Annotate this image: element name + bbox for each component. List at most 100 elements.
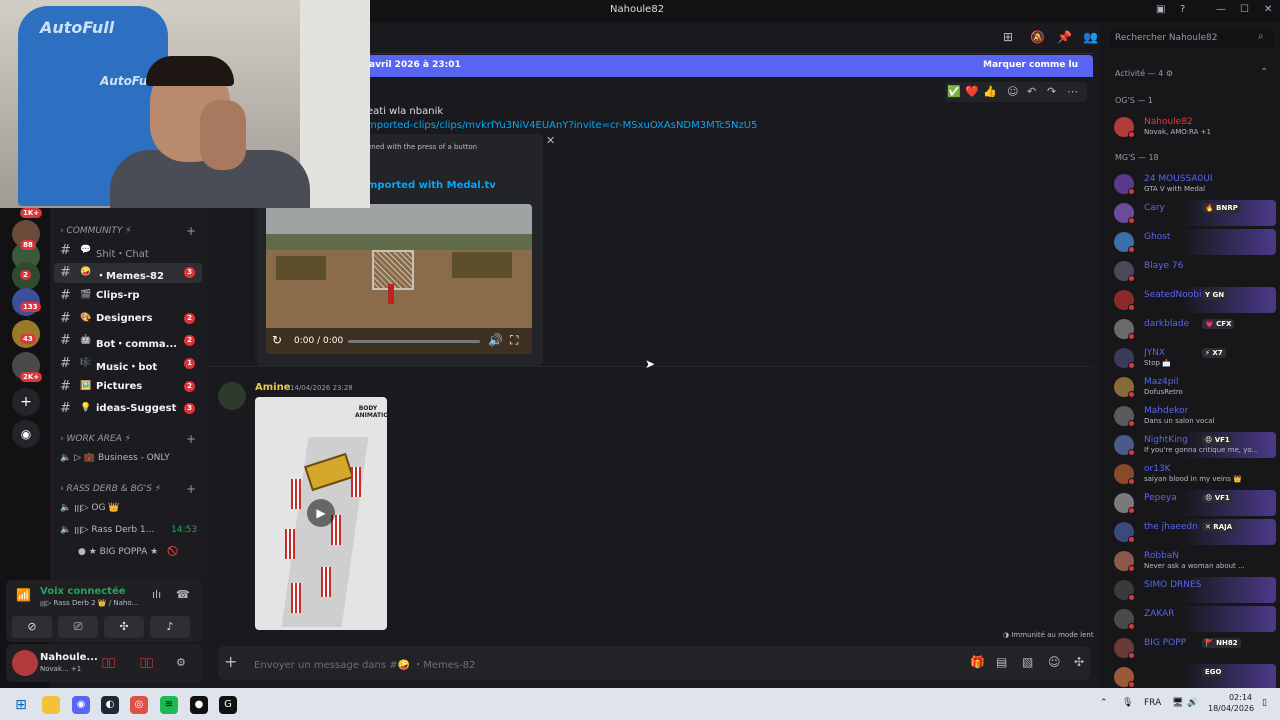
threads-icon[interactable]: ⊞ xyxy=(1003,30,1013,44)
category-work-area[interactable]: › WORK AREA ⚡ + xyxy=(60,432,196,446)
search-input[interactable]: Rechercher Nahoule82 ⌕ xyxy=(1110,28,1274,48)
channel-item[interactable]: # 💡 ideas-Suggest 3 xyxy=(54,399,202,419)
member-row[interactable]: or13K saiyan blood in my veins 👑 xyxy=(1104,461,1276,487)
add-server-icon[interactable]: + xyxy=(12,388,40,416)
app-icon[interactable]: ● xyxy=(190,696,208,714)
voice-channel[interactable]: 🔈 ▷ 💼 Business - ONLY xyxy=(60,453,170,463)
notifications-muted-icon[interactable]: 🔕 xyxy=(1030,30,1045,44)
member-row[interactable]: JYNX Stop 📩 ⚡ X7 xyxy=(1104,345,1276,371)
more-options-icon[interactable]: ⋯ xyxy=(1067,85,1078,98)
members-icon[interactable]: 👥 xyxy=(1083,30,1098,44)
network-icon[interactable]: 🖥 xyxy=(1172,698,1183,708)
attach-plus-icon[interactable]: + xyxy=(224,652,237,671)
channel-item[interactable]: # 🎨 Designers 2 xyxy=(54,309,202,329)
member-row[interactable]: BIG POPP 🚩 NH82 xyxy=(1104,635,1276,661)
gif-icon[interactable]: ▤ xyxy=(996,655,1007,669)
channel-item[interactable]: # 🖼️ Pictures 2 xyxy=(54,377,202,397)
member-row[interactable]: Maz4pil DofusRetro xyxy=(1104,374,1276,400)
discord-icon[interactable]: ◉ xyxy=(72,696,90,714)
chrome-icon[interactable]: ◎ xyxy=(130,696,148,714)
user-name[interactable]: Nahoule... xyxy=(40,652,98,663)
explore-icon[interactable]: ◉ xyxy=(12,420,40,448)
camera-toggle-button[interactable]: ⊘ xyxy=(12,616,52,638)
voice-user[interactable]: ● ★ BIG POPPA ★ 🚫 xyxy=(78,547,178,557)
member-row[interactable]: 24 MOUSSA0UI GTA V with Medal xyxy=(1104,171,1276,197)
mic-muted-icon[interactable]: 🎙⃠ xyxy=(102,656,115,669)
embed-title[interactable]: mported with Medal.tv xyxy=(367,180,496,191)
member-row[interactable]: NightKing If you're gonna critique me, yo… xyxy=(1104,432,1276,458)
avatar[interactable] xyxy=(12,650,38,676)
message-composer[interactable]: + Envoyer un message dans #🤪 ・Memes-82 🎁… xyxy=(218,646,1090,680)
headset-muted-icon[interactable]: 🎧⃠ xyxy=(140,656,153,669)
gift-icon[interactable]: 🎁 xyxy=(970,655,985,669)
chevron-up-icon[interactable]: ⌃ xyxy=(1260,67,1268,78)
close-button[interactable]: ✕ xyxy=(1264,4,1272,15)
member-row[interactable]: RobbaN Never ask a woman about ... xyxy=(1104,548,1276,574)
voice-channel-name[interactable]: ꞁꞁꞁ▷ Rass Derb 2 👑 / Naho... xyxy=(40,599,138,607)
member-row[interactable]: Ghost xyxy=(1104,229,1276,255)
add-channel-icon[interactable]: + xyxy=(186,482,196,496)
channel-item[interactable]: # 🤖 Bot・comma... 2 xyxy=(54,331,202,351)
member-row[interactable]: Pepeya 😠 VF1 xyxy=(1104,490,1276,516)
maximize-button[interactable]: ☐ xyxy=(1240,4,1249,15)
voice-channel[interactable]: 🔈 ꞁꞁꞁ▷ OG 👑 xyxy=(60,503,120,513)
channel-item[interactable]: # 🎼 Music・bot 1 xyxy=(54,354,202,374)
clock[interactable]: 02:14 18/04/2026 xyxy=(1208,692,1254,714)
new-messages-bar[interactable]: avril 2026 à 23:01 Marquer comme lu xyxy=(367,55,1093,77)
screen-share-button[interactable]: ⎚ xyxy=(58,616,98,638)
file-explorer-icon[interactable] xyxy=(42,696,60,714)
spotify-icon[interactable]: ≋ xyxy=(160,696,178,714)
reaction-heart[interactable]: ❤️ xyxy=(965,85,979,98)
add-reaction-icon[interactable]: ☺ xyxy=(1007,85,1018,98)
message-link[interactable]: mported-clips/clips/mvkrfYu3NiV4EUAnY?in… xyxy=(367,120,757,131)
member-row[interactable]: SeatedNoobie Y GN xyxy=(1104,287,1276,313)
disconnect-icon[interactable]: ☎ xyxy=(176,588,190,601)
member-row[interactable]: Blaye 76 xyxy=(1104,258,1276,284)
minimize-button[interactable]: — xyxy=(1216,4,1226,15)
forward-icon[interactable]: ↷ xyxy=(1047,85,1056,98)
category-community[interactable]: › COMMUNITY ⚡ + xyxy=(60,224,196,238)
channel-item[interactable]: # 🎬 Clips-rp xyxy=(54,286,202,306)
mark-read-button[interactable]: Marquer comme lu xyxy=(983,60,1078,70)
member-row[interactable]: ZAKAR xyxy=(1104,606,1276,632)
windows-start-icon[interactable]: ⊞ xyxy=(12,696,30,714)
sticker-icon[interactable]: ▧ xyxy=(1022,655,1033,669)
member-row[interactable]: Mahdekor Dans un salon vocal xyxy=(1104,403,1276,429)
member-row[interactable]: SIMO DRNES xyxy=(1104,577,1276,603)
microphone-icon[interactable]: 🎙 xyxy=(1122,698,1133,708)
member-row[interactable]: Cary 🔥 BNRP xyxy=(1104,200,1276,226)
pin-icon[interactable]: 📌 xyxy=(1057,30,1072,44)
video-player[interactable]: ↻ 0:00 / 0:00 🔊 ⛶ xyxy=(266,204,532,354)
add-channel-icon[interactable]: + xyxy=(186,432,196,446)
message-input[interactable]: Envoyer un message dans #🤪 ・Memes-82 xyxy=(254,656,475,671)
notification-icon[interactable]: ▯ xyxy=(1262,698,1267,708)
volume-icon[interactable]: 🔊 xyxy=(1187,698,1198,708)
member-row[interactable]: EGO xyxy=(1104,664,1276,690)
apps-icon[interactable]: ✣ xyxy=(1074,655,1084,669)
reply-icon[interactable]: ↶ xyxy=(1027,85,1036,98)
activity-header[interactable]: Activité — 4 ⚙ xyxy=(1115,69,1173,78)
settings-gear-icon[interactable]: ⚙ xyxy=(176,656,186,669)
voice-channel[interactable]: 🔈 ꞁꞁꞁ▷ Rass Derb 1... 14:53 xyxy=(60,525,197,535)
activities-button[interactable]: ✣ xyxy=(104,616,144,638)
app-icon[interactable]: G xyxy=(219,696,237,714)
category-rass-derb[interactable]: › RASS DERB & BG'S ⚡ + xyxy=(60,482,196,496)
soundboard-button[interactable]: ♪ xyxy=(150,616,190,638)
reaction-thumbs-up[interactable]: 👍 xyxy=(983,85,997,98)
member-row[interactable]: Nahoule82 Novak, AMO:RA +1 xyxy=(1104,114,1276,140)
inbox-icon[interactable]: ▣ xyxy=(1156,4,1165,15)
reaction-check[interactable]: ✅ xyxy=(947,85,961,98)
add-channel-icon[interactable]: + xyxy=(186,224,196,238)
emoji-icon[interactable]: ☺ xyxy=(1048,655,1061,669)
message-author[interactable]: Amine xyxy=(255,382,291,393)
chevron-up-icon[interactable]: ⌃ xyxy=(1100,698,1108,708)
replay-icon[interactable]: ↻ xyxy=(272,333,282,347)
fullscreen-icon[interactable]: ⛶ xyxy=(510,333,518,348)
video-attachment[interactable]: BODY ANIMATION ▶ xyxy=(255,397,387,630)
avatar[interactable] xyxy=(218,382,246,410)
member-row[interactable]: the jhaeedn ✕ RAJA xyxy=(1104,519,1276,545)
steam-icon[interactable]: ◐ xyxy=(101,696,119,714)
play-icon[interactable]: ▶ xyxy=(307,499,335,527)
noise-icon[interactable]: ılı xyxy=(152,588,161,601)
volume-icon[interactable]: 🔊 xyxy=(488,333,503,347)
